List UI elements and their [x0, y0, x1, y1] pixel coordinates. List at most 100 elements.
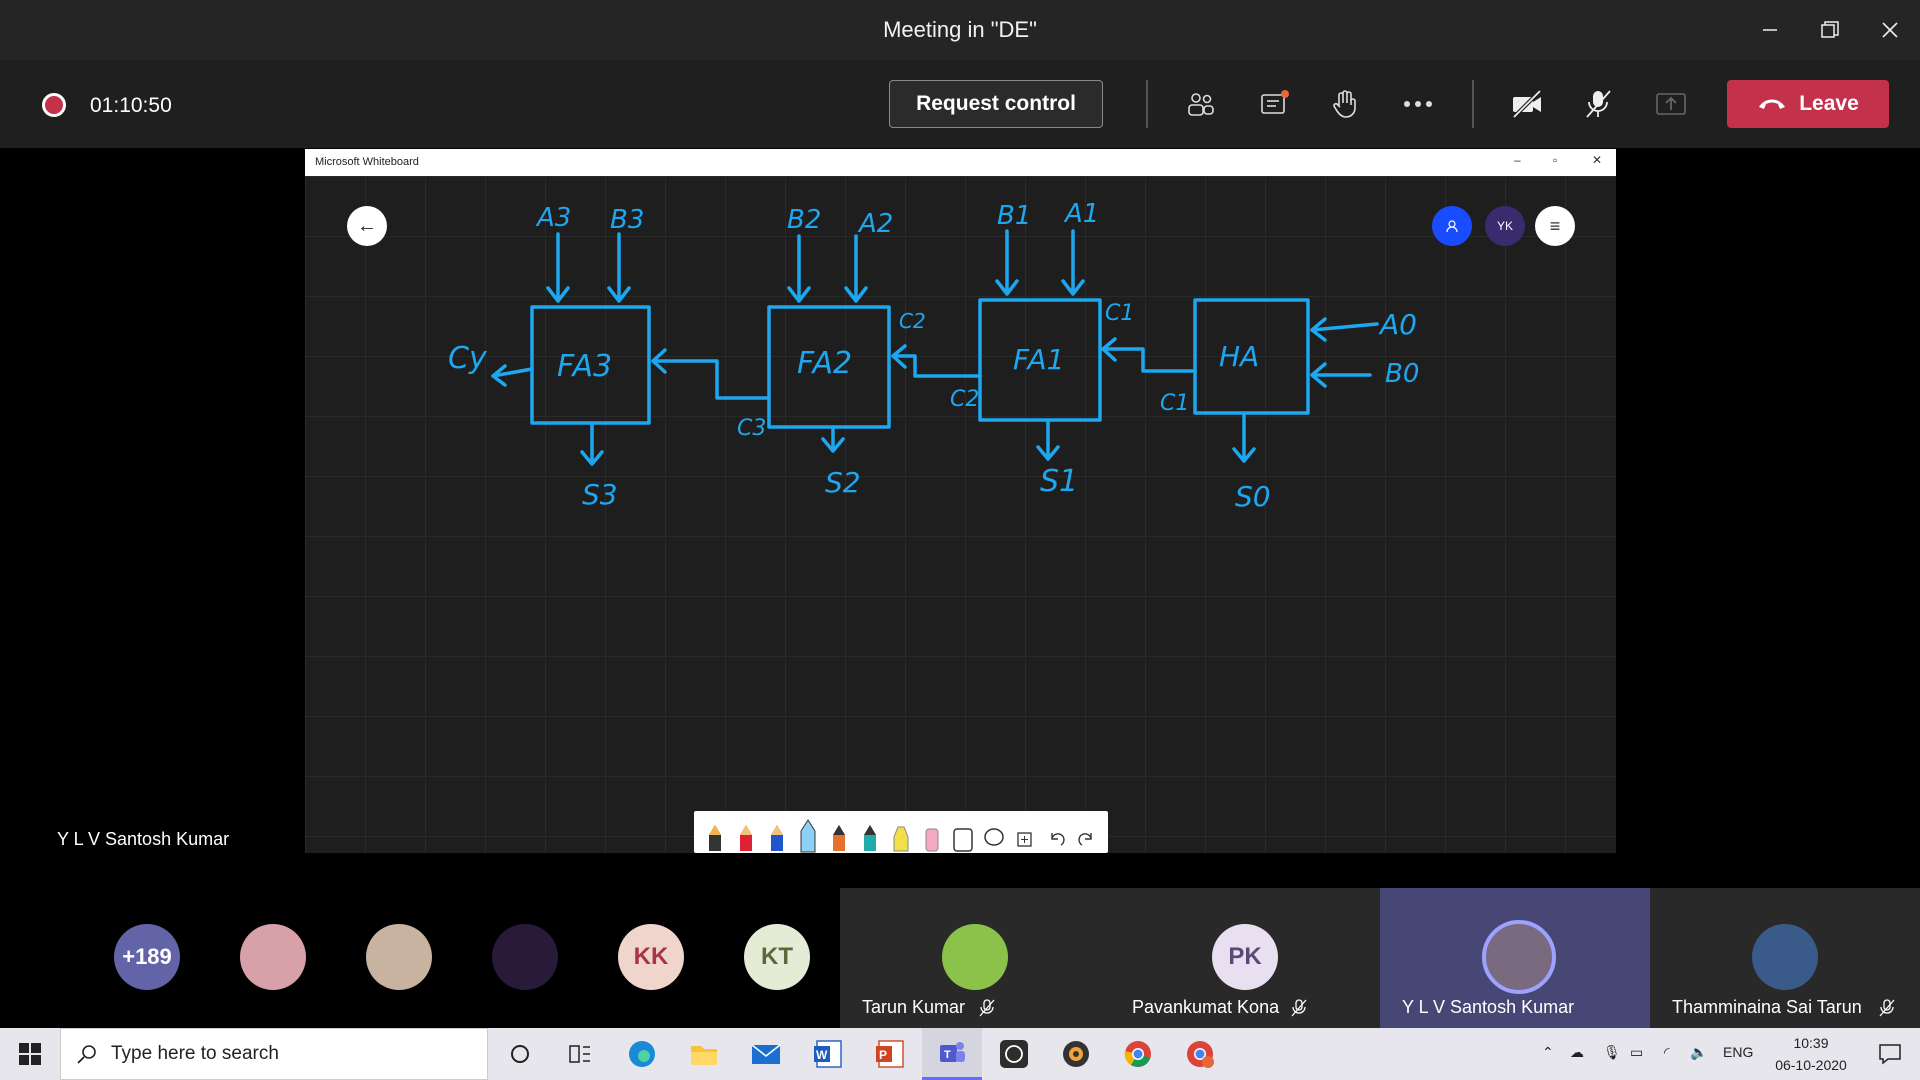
chat-button[interactable] [1253, 82, 1297, 126]
minimize-button[interactable] [1740, 0, 1800, 60]
participant-photo [1752, 924, 1818, 990]
label-fa2: FA2 [797, 346, 852, 381]
windows-logo-icon [19, 1043, 41, 1065]
eraser-icon[interactable] [921, 819, 943, 853]
participant-tile[interactable]: Thamminaina Sai Tarun [1650, 888, 1920, 1028]
start-button[interactable] [0, 1028, 60, 1080]
onedrive-icon[interactable]: ☁ [1570, 1044, 1584, 1061]
chrome-profile-app[interactable] [1170, 1028, 1230, 1080]
language-indicator[interactable]: ENG [1723, 1044, 1753, 1060]
share-content-button[interactable] [1649, 82, 1693, 126]
taskbar-search[interactable]: Type here to search [60, 1028, 488, 1080]
mic-off-icon [1291, 999, 1307, 1017]
lightblue-pen-icon[interactable] [797, 819, 819, 853]
mic-off-icon [1586, 90, 1611, 118]
whiteboard-titlebar: Microsoft Whiteboard – ▫ ✕ [305, 149, 1616, 176]
label-a3: A3 [535, 203, 571, 233]
label-s3: S3 [582, 478, 618, 511]
label-c1-bottom: C1 [1160, 391, 1189, 416]
word-icon: W [814, 1040, 842, 1068]
participant-tile-active[interactable]: Y L V Santosh Kumar [1380, 888, 1650, 1028]
participant-avatar-kt[interactable]: KT [744, 924, 810, 990]
search-placeholder: Type here to search [111, 1043, 279, 1064]
participants-strip: +189 KK KT Tarun Kumar PK Pavankumat Kon… [0, 888, 1920, 1028]
orange-pen-icon[interactable] [828, 819, 850, 853]
black-pen-icon[interactable] [704, 819, 726, 853]
s3-arrow [580, 421, 604, 466]
recording-icon [42, 93, 66, 117]
highlighter-icon[interactable] [890, 819, 912, 853]
label-a1: A1 [1063, 199, 1099, 229]
participants-button[interactable] [1179, 82, 1223, 126]
c2-wire [891, 344, 982, 378]
participant-avatar-kk[interactable]: KK [618, 924, 684, 990]
svg-text:W: W [816, 1048, 828, 1062]
lasso-icon[interactable] [983, 819, 1005, 853]
s0-arrow [1232, 411, 1256, 463]
red-pen-icon[interactable] [735, 819, 757, 853]
leave-button[interactable]: Leave [1727, 80, 1889, 128]
notifications-button[interactable] [1860, 1028, 1920, 1080]
close-button[interactable] [1860, 0, 1920, 60]
raise-hand-button[interactable] [1323, 82, 1367, 126]
file-explorer-app[interactable] [674, 1028, 734, 1080]
mail-app[interactable] [736, 1028, 796, 1080]
label-b0: B0 [1385, 359, 1419, 389]
participant-tile[interactable]: PK Pavankumat Kona [1110, 888, 1380, 1028]
ruler-icon[interactable] [952, 819, 974, 853]
media-player-app[interactable] [1046, 1028, 1106, 1080]
blue-pen-icon[interactable] [766, 819, 788, 853]
more-actions-button[interactable] [1396, 82, 1440, 126]
label-c3: C3 [737, 416, 766, 441]
b0-arrow [1310, 362, 1372, 388]
whiteboard-app-title: Microsoft Whiteboard [315, 156, 419, 168]
restore-button[interactable] [1800, 0, 1860, 60]
label-c2-top: C2 [899, 309, 926, 333]
redo-icon[interactable] [1076, 819, 1098, 853]
chrome-app[interactable] [1108, 1028, 1168, 1080]
teal-pen-icon[interactable] [859, 819, 881, 853]
b2-arrow [787, 234, 811, 303]
wb-close-icon[interactable]: ✕ [1592, 153, 1602, 167]
wb-maximize-icon[interactable]: ▫ [1553, 153, 1557, 167]
cortana-icon [511, 1045, 529, 1063]
b3-arrow [607, 232, 631, 303]
show-hidden-icons-chevron-icon[interactable]: ⌃ [1542, 1044, 1554, 1061]
participant-avatar[interactable] [366, 924, 432, 990]
task-view-button[interactable] [550, 1028, 610, 1080]
label-fa3: FA3 [557, 349, 612, 384]
battery-icon[interactable]: ▭ [1630, 1044, 1643, 1061]
edge-app[interactable] [612, 1028, 672, 1080]
label-s1: S1 [1040, 464, 1078, 499]
label-b3: B3 [610, 205, 644, 235]
meeting-toolbar: 01:10:50 Request control Leave [0, 60, 1920, 148]
whiteboard-canvas[interactable]: ← YK ≡ A3 B3 B2 A2 B1 A1 Cy FA3 FA2 FA1 … [305, 176, 1616, 853]
taskbar-clock[interactable]: 10:39 06-10-2020 [1766, 1032, 1856, 1076]
camera-toggle-button[interactable] [1505, 82, 1549, 126]
participant-avatar[interactable] [240, 924, 306, 990]
teams-app[interactable]: T [922, 1028, 982, 1080]
request-control-button[interactable]: Request control [889, 80, 1103, 128]
volume-icon[interactable]: 🔈 [1690, 1044, 1707, 1061]
wifi-icon[interactable]: ◜ [1664, 1044, 1669, 1061]
label-c2-bottom: C2 [950, 387, 979, 412]
cy-arrow [491, 364, 534, 387]
s2-arrow [821, 425, 845, 453]
participant-tile[interactable]: Tarun Kumar [840, 888, 1110, 1028]
overflow-participants-button[interactable]: +189 [114, 924, 180, 990]
powerpoint-app[interactable]: P [860, 1028, 920, 1080]
mic-toggle-button[interactable] [1576, 82, 1620, 126]
c1-wire [1101, 337, 1197, 373]
add-icon[interactable] [1014, 819, 1036, 853]
wb-minimize-icon[interactable]: – [1514, 153, 1521, 167]
label-b2: B2 [787, 205, 821, 235]
word-app[interactable]: W [798, 1028, 858, 1080]
participant-avatar[interactable] [492, 924, 558, 990]
whatsapp-app[interactable] [984, 1028, 1044, 1080]
participant-avatar-pk: PK [1212, 924, 1278, 990]
microphone-icon[interactable]: 🎙 [1603, 1044, 1621, 1061]
leave-label: Leave [1799, 92, 1859, 115]
toolbar-divider [1472, 80, 1474, 128]
undo-icon[interactable] [1045, 819, 1067, 853]
cortana-button[interactable] [490, 1028, 550, 1080]
